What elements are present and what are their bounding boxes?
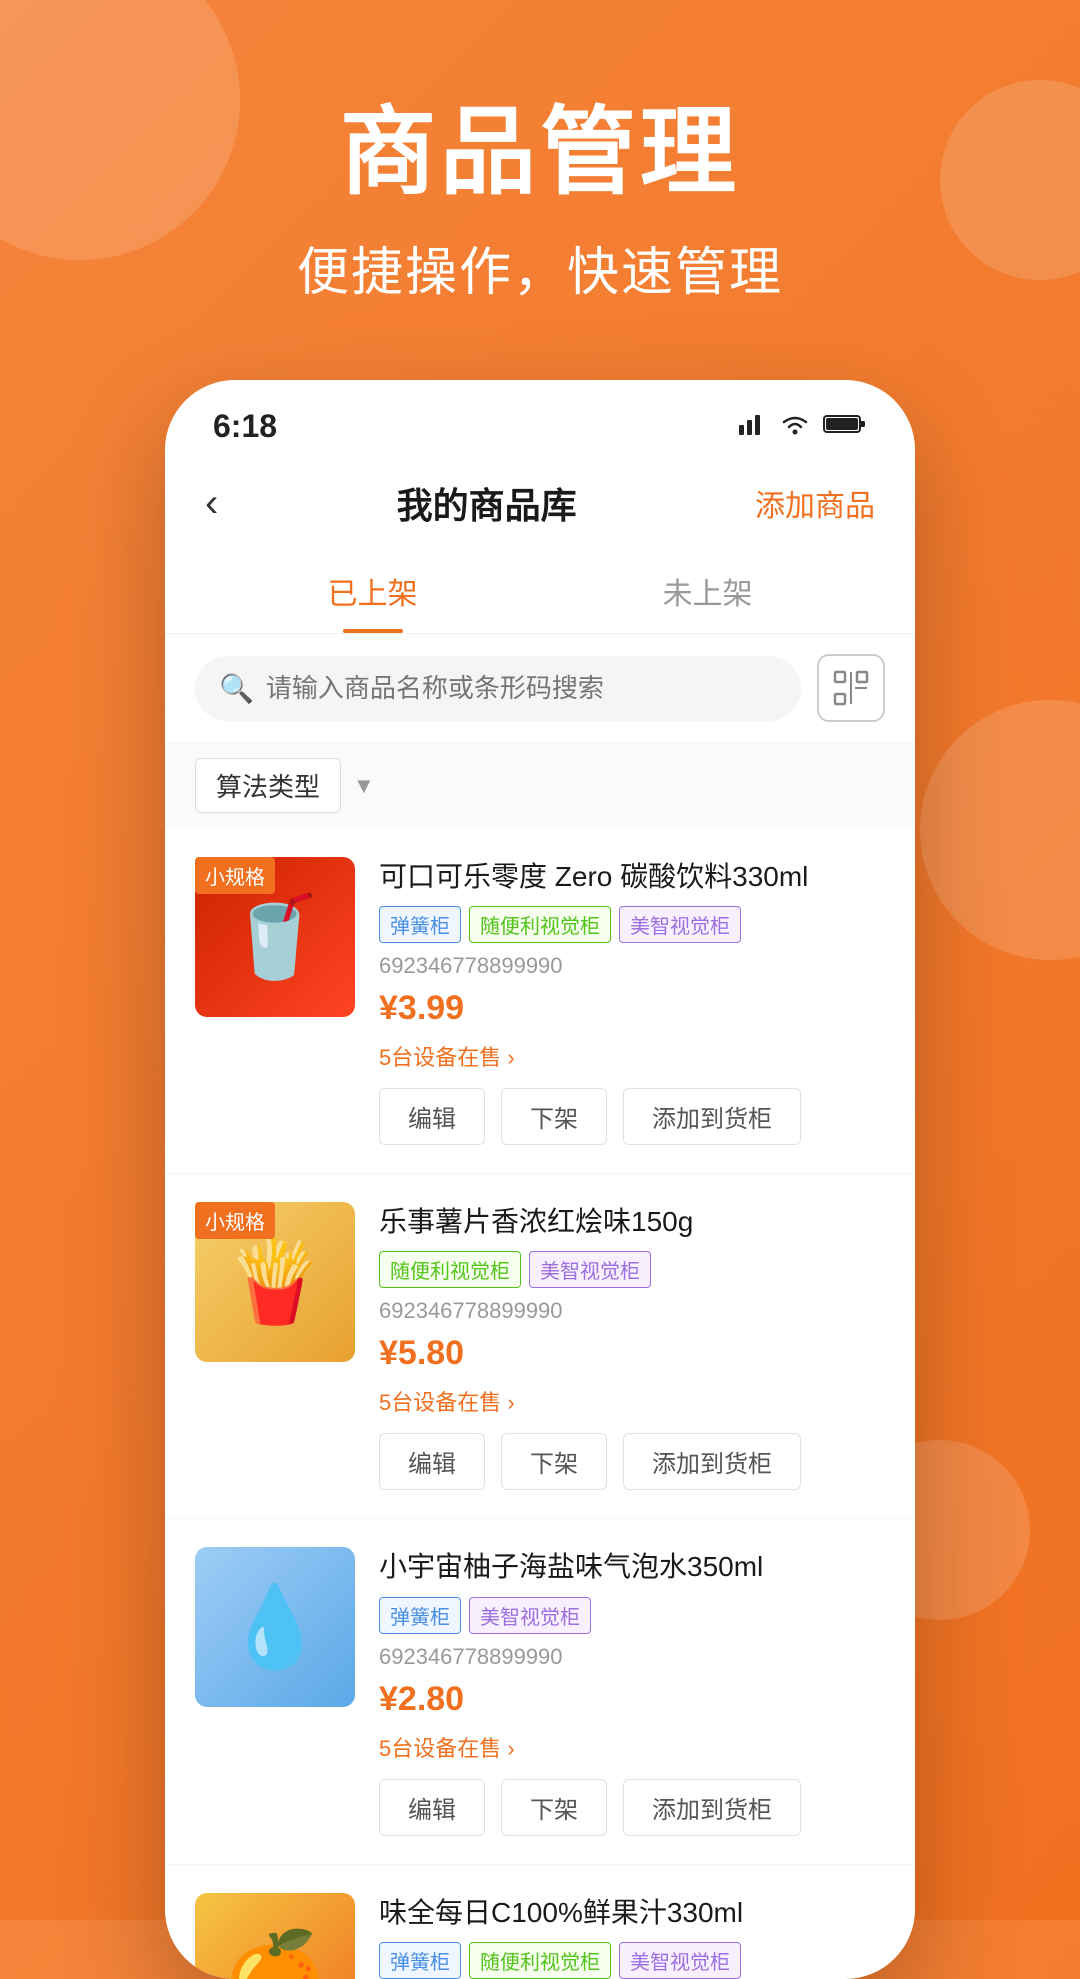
- product-item: 💧 小宇宙柚子海盐味气泡水350ml 弹簧柜美智视觉柜 692346778899…: [165, 1519, 915, 1864]
- search-area: 🔍: [165, 634, 915, 742]
- product-emoji: 🍊: [225, 1926, 325, 1979]
- action-btn-编辑[interactable]: 编辑: [379, 1088, 485, 1145]
- product-tag: 美智视觉柜: [619, 906, 741, 943]
- tab-unlisted[interactable]: 未上架: [540, 549, 875, 633]
- product-tag: 美智视觉柜: [619, 1942, 741, 1979]
- product-list: 小规格 🥤 可口可乐零度 Zero 碳酸饮料330ml 弹簧柜随便利视觉柜美智视…: [165, 829, 915, 1979]
- product-tags: 弹簧柜随便利视觉柜美智视觉柜: [379, 1942, 885, 1979]
- hero-section: 商品管理 便捷操作，快速管理: [0, 0, 1080, 365]
- product-info: 小宇宙柚子海盐味气泡水350ml 弹簧柜美智视觉柜 69234677889999…: [379, 1547, 885, 1835]
- product-barcode: 692346778899990: [379, 1298, 885, 1324]
- product-tags: 随便利视觉柜美智视觉柜: [379, 1251, 885, 1288]
- product-name: 小宇宙柚子海盐味气泡水350ml: [379, 1547, 885, 1586]
- product-barcode: 692346778899990: [379, 1644, 885, 1670]
- status-bar: 6:18: [165, 380, 915, 461]
- bg-circle-3: [920, 700, 1080, 960]
- back-button[interactable]: ‹: [205, 481, 218, 526]
- product-name: 乐事薯片香浓红烩味150g: [379, 1202, 885, 1241]
- product-info: 味全每日C100%鲜果汁330ml 弹簧柜随便利视觉柜美智视觉柜 6923467…: [379, 1893, 885, 1979]
- filter-area: 算法类型 ▼: [165, 742, 915, 829]
- product-tags: 弹簧柜美智视觉柜: [379, 1597, 885, 1634]
- product-tags: 弹簧柜随便利视觉柜美智视觉柜: [379, 906, 885, 943]
- action-btn-编辑[interactable]: 编辑: [379, 1779, 485, 1836]
- action-buttons: 编辑下架添加到货柜: [379, 1088, 885, 1145]
- action-btn-下架[interactable]: 下架: [501, 1779, 607, 1836]
- device-info[interactable]: 5台设备在售 ›: [379, 1731, 885, 1763]
- search-icon: 🔍: [219, 672, 254, 705]
- app-header: ‹ 我的商品库 添加商品: [165, 461, 915, 549]
- device-info[interactable]: 5台设备在售 ›: [379, 1385, 885, 1417]
- search-input[interactable]: [266, 673, 777, 704]
- tab-listed[interactable]: 已上架: [205, 549, 540, 633]
- product-inner: 💧 小宇宙柚子海盐味气泡水350ml 弹簧柜美智视觉柜 692346778899…: [195, 1547, 885, 1835]
- product-tag: 随便利视觉柜: [469, 1942, 611, 1979]
- product-tag: 弹簧柜: [379, 1597, 461, 1634]
- product-name: 可口可乐零度 Zero 碳酸饮料330ml: [379, 857, 885, 896]
- filter-label[interactable]: 算法类型: [195, 758, 341, 813]
- product-image: 🍊: [195, 1893, 355, 1979]
- add-product-button[interactable]: 添加商品: [755, 481, 875, 525]
- product-price: ¥2.80: [379, 1680, 885, 1719]
- action-btn-下架[interactable]: 下架: [501, 1433, 607, 1490]
- status-time: 6:18: [213, 408, 277, 445]
- product-emoji: 🥤: [225, 890, 325, 984]
- product-name: 味全每日C100%鲜果汁330ml: [379, 1893, 885, 1932]
- product-price: ¥3.99: [379, 989, 885, 1028]
- product-emoji: 💧: [225, 1580, 325, 1674]
- hero-subtitle: 便捷操作，快速管理: [0, 230, 1080, 305]
- product-info: 可口可乐零度 Zero 碳酸饮料330ml 弹簧柜随便利视觉柜美智视觉柜 692…: [379, 857, 885, 1145]
- product-tag: 随便利视觉柜: [379, 1251, 521, 1288]
- action-btn-添加到货柜[interactable]: 添加到货柜: [623, 1088, 801, 1145]
- action-btn-添加到货柜[interactable]: 添加到货柜: [623, 1433, 801, 1490]
- product-inner: 小规格 🍟 乐事薯片香浓红烩味150g 随便利视觉柜美智视觉柜 69234677…: [195, 1202, 885, 1490]
- action-buttons: 编辑下架添加到货柜: [379, 1433, 885, 1490]
- action-btn-编辑[interactable]: 编辑: [379, 1433, 485, 1490]
- filter-arrow-icon: ▼: [353, 773, 375, 799]
- product-img-wrap: 小规格 🍟: [195, 1202, 355, 1490]
- product-item: 小规格 🍟 乐事薯片香浓红烩味150g 随便利视觉柜美智视觉柜 69234677…: [165, 1174, 915, 1519]
- product-img-wrap: 💧: [195, 1547, 355, 1835]
- hero-title: 商品管理: [0, 100, 1080, 206]
- product-img-wrap: 🍊: [195, 1893, 355, 1979]
- battery-icon: [823, 412, 867, 441]
- device-info[interactable]: 5台设备在售 ›: [379, 1040, 885, 1072]
- product-inner: 小规格 🥤 可口可乐零度 Zero 碳酸饮料330ml 弹簧柜随便利视觉柜美智视…: [195, 857, 885, 1145]
- product-emoji: 🍟: [225, 1235, 325, 1329]
- product-tag: 美智视觉柜: [469, 1597, 591, 1634]
- size-badge: 小规格: [195, 1202, 275, 1239]
- search-box: 🔍: [195, 656, 801, 721]
- status-icons: [739, 411, 867, 442]
- scan-button[interactable]: [817, 654, 885, 722]
- product-tag: 随便利视觉柜: [469, 906, 611, 943]
- action-btn-下架[interactable]: 下架: [501, 1088, 607, 1145]
- signal-icon: [739, 411, 767, 442]
- product-item: 🍊 味全每日C100%鲜果汁330ml 弹簧柜随便利视觉柜美智视觉柜 69234…: [165, 1865, 915, 1979]
- product-barcode: 692346778899990: [379, 953, 885, 979]
- product-info: 乐事薯片香浓红烩味150g 随便利视觉柜美智视觉柜 69234677889999…: [379, 1202, 885, 1490]
- product-tag: 弹簧柜: [379, 1942, 461, 1979]
- product-inner: 🍊 味全每日C100%鲜果汁330ml 弹簧柜随便利视觉柜美智视觉柜 69234…: [195, 1893, 885, 1979]
- header-title: 我的商品库: [397, 477, 577, 529]
- wifi-icon: [779, 412, 811, 441]
- action-buttons: 编辑下架添加到货柜: [379, 1779, 885, 1836]
- size-badge: 小规格: [195, 857, 275, 894]
- product-tag: 弹簧柜: [379, 906, 461, 943]
- product-img-wrap: 小规格 🥤: [195, 857, 355, 1145]
- tab-bar: 已上架 未上架: [165, 549, 915, 634]
- product-image: 💧: [195, 1547, 355, 1707]
- action-btn-添加到货柜[interactable]: 添加到货柜: [623, 1779, 801, 1836]
- product-price: ¥5.80: [379, 1334, 885, 1373]
- product-tag: 美智视觉柜: [529, 1251, 651, 1288]
- phone-mockup: 6:18: [165, 380, 915, 1979]
- product-item: 小规格 🥤 可口可乐零度 Zero 碳酸饮料330ml 弹簧柜随便利视觉柜美智视…: [165, 829, 915, 1174]
